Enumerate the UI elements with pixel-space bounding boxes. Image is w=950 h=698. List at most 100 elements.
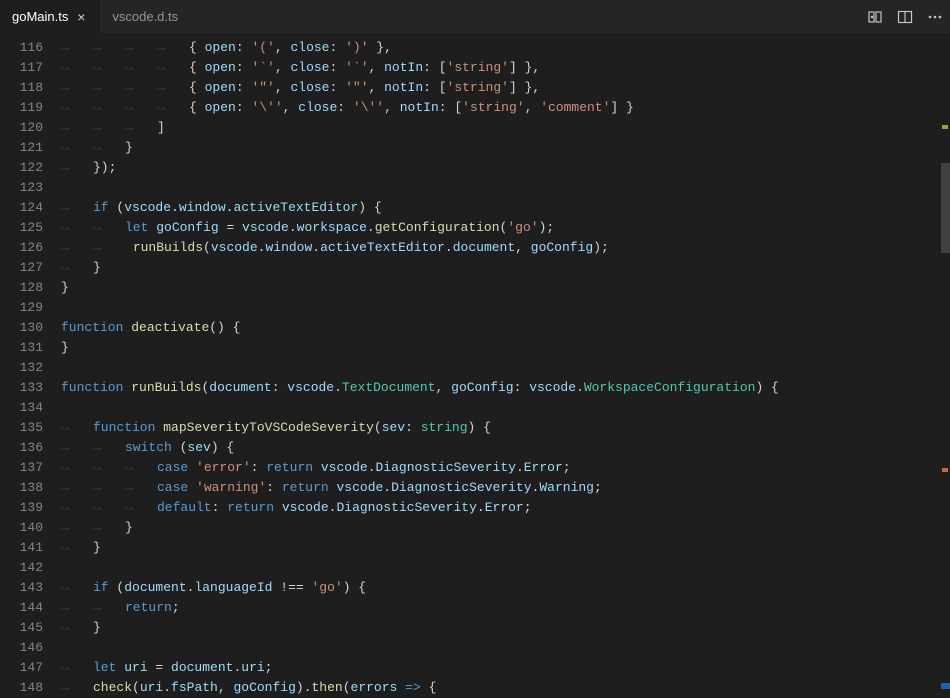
code-line[interactable] — [61, 558, 950, 578]
code-line[interactable]: →check(uri.fsPath, goConfig).then(errors… — [61, 678, 950, 698]
token-type: string — [421, 420, 468, 435]
token-punc: . — [445, 240, 453, 255]
token-punc: = — [219, 220, 242, 235]
token-var: DiagnosticSeverity — [336, 500, 476, 515]
whitespace-indicator: → — [61, 458, 93, 478]
code-line[interactable]: function runBuilds(document: vscode.Text… — [61, 378, 950, 398]
code-content[interactable]: →→→→{ open: '(', close: ')' },→→→→{ open… — [61, 33, 950, 691]
compare-changes-icon[interactable] — [866, 8, 884, 26]
token-punc — [197, 60, 205, 75]
token-punc: ; — [563, 460, 571, 475]
code-line[interactable]: →→→→{ open: '\'', close: '\'', notIn: ['… — [61, 98, 950, 118]
code-line[interactable]: →→→→{ open: '`', close: '`', notIn: ['st… — [61, 58, 950, 78]
code-line[interactable]: →let uri = document.uri; — [61, 658, 950, 678]
code-line[interactable]: →→→→{ open: '(', close: ')' }, — [61, 38, 950, 58]
token-punc: { — [189, 80, 197, 95]
code-line[interactable]: →→let goConfig = vscode.workspace.getCon… — [61, 218, 950, 238]
code-line[interactable]: } — [61, 278, 950, 298]
token-kw: function — [61, 380, 123, 395]
close-icon[interactable]: × — [74, 10, 88, 24]
token-str: 'string' — [462, 100, 524, 115]
token-kw: return — [125, 600, 172, 615]
code-line[interactable] — [61, 638, 950, 658]
code-line[interactable]: →} — [61, 258, 950, 278]
token-punc: ( — [203, 240, 211, 255]
token-punc: ) { — [343, 580, 366, 595]
code-line[interactable]: →} — [61, 538, 950, 558]
token-punc: { — [421, 680, 437, 695]
code-line[interactable]: →→return; — [61, 598, 950, 618]
line-number: 134 — [0, 398, 43, 418]
token-kw: return — [227, 500, 274, 515]
code-line[interactable]: →→} — [61, 138, 950, 158]
token-punc — [125, 240, 133, 255]
token-str: 'go' — [507, 220, 538, 235]
whitespace-indicator: → — [125, 58, 157, 78]
code-line[interactable] — [61, 298, 950, 318]
editor[interactable]: 1161171181191201211221231241251261271281… — [0, 33, 950, 691]
code-line[interactable]: →if (document.languageId !== 'go') { — [61, 578, 950, 598]
whitespace-indicator: → — [125, 478, 157, 498]
token-var: vscode — [242, 220, 289, 235]
code-line[interactable]: →→→case 'warning': return vscode.Diagnos… — [61, 478, 950, 498]
code-line[interactable]: →}); — [61, 158, 950, 178]
token-punc: : — [236, 40, 252, 55]
line-number: 132 — [0, 358, 43, 378]
whitespace-indicator: → — [61, 678, 93, 698]
token-punc: }, — [369, 40, 392, 55]
code-line[interactable] — [61, 358, 950, 378]
token-var: goConfig — [233, 680, 295, 695]
token-fn: deactivate — [131, 320, 209, 335]
token-kw: let — [93, 660, 116, 675]
code-line[interactable]: function deactivate() { — [61, 318, 950, 338]
token-var: vscode — [287, 380, 334, 395]
scrollbar-thumb[interactable] — [941, 163, 950, 253]
token-punc: : — [266, 480, 282, 495]
code-line[interactable]: } — [61, 338, 950, 358]
token-kw: case — [157, 460, 188, 475]
token-punc: : — [405, 420, 421, 435]
token-var: fsPath — [171, 680, 218, 695]
token-var: notIn — [384, 80, 423, 95]
token-punc — [188, 460, 196, 475]
code-line[interactable]: →→switch (sev) { — [61, 438, 950, 458]
split-editor-icon[interactable] — [896, 8, 914, 26]
code-line[interactable]: →} — [61, 618, 950, 638]
code-line[interactable] — [61, 398, 950, 418]
token-var: document — [209, 380, 271, 395]
token-var: notIn — [384, 60, 423, 75]
code-line[interactable]: →function mapSeverityToVSCodeSeverity(se… — [61, 418, 950, 438]
whitespace-indicator: → — [93, 78, 125, 98]
token-str: 'comment' — [540, 100, 610, 115]
whitespace-indicator: → — [93, 218, 125, 238]
code-line[interactable]: →→ runBuilds(vscode.window.activeTextEdi… — [61, 238, 950, 258]
code-line[interactable]: →→→] — [61, 118, 950, 138]
code-line[interactable]: →→→→{ open: '"', close: '"', notIn: ['st… — [61, 78, 950, 98]
code-line[interactable]: →if (vscode.window.activeTextEditor) { — [61, 198, 950, 218]
token-punc — [313, 460, 321, 475]
whitespace-indicator: → — [93, 598, 125, 618]
tab-gomain[interactable]: goMain.ts × — [0, 0, 100, 33]
more-actions-icon[interactable] — [926, 8, 944, 26]
token-kw: switch — [125, 440, 172, 455]
token-var: uri — [241, 660, 264, 675]
token-str: '\'' — [353, 100, 384, 115]
code-line[interactable] — [61, 178, 950, 198]
line-number: 118 — [0, 78, 43, 98]
token-punc: . — [477, 500, 485, 515]
code-line[interactable]: →→→default: return vscode.DiagnosticSeve… — [61, 498, 950, 518]
token-punc — [197, 40, 205, 55]
line-number: 129 — [0, 298, 43, 318]
token-punc: ( — [343, 680, 351, 695]
code-line[interactable]: →→} — [61, 518, 950, 538]
token-str: '\'' — [251, 100, 282, 115]
code-line[interactable]: →→→case 'error': return vscode.Diagnosti… — [61, 458, 950, 478]
overview-ruler[interactable] — [936, 33, 950, 691]
whitespace-indicator: → — [61, 498, 93, 518]
token-punc — [188, 480, 196, 495]
token-punc: ; — [524, 500, 532, 515]
token-punc: , — [515, 240, 531, 255]
token-var: Warning — [539, 480, 594, 495]
tab-vscode-dts[interactable]: vscode.d.ts — [100, 0, 190, 33]
ruler-mark — [941, 683, 950, 689]
